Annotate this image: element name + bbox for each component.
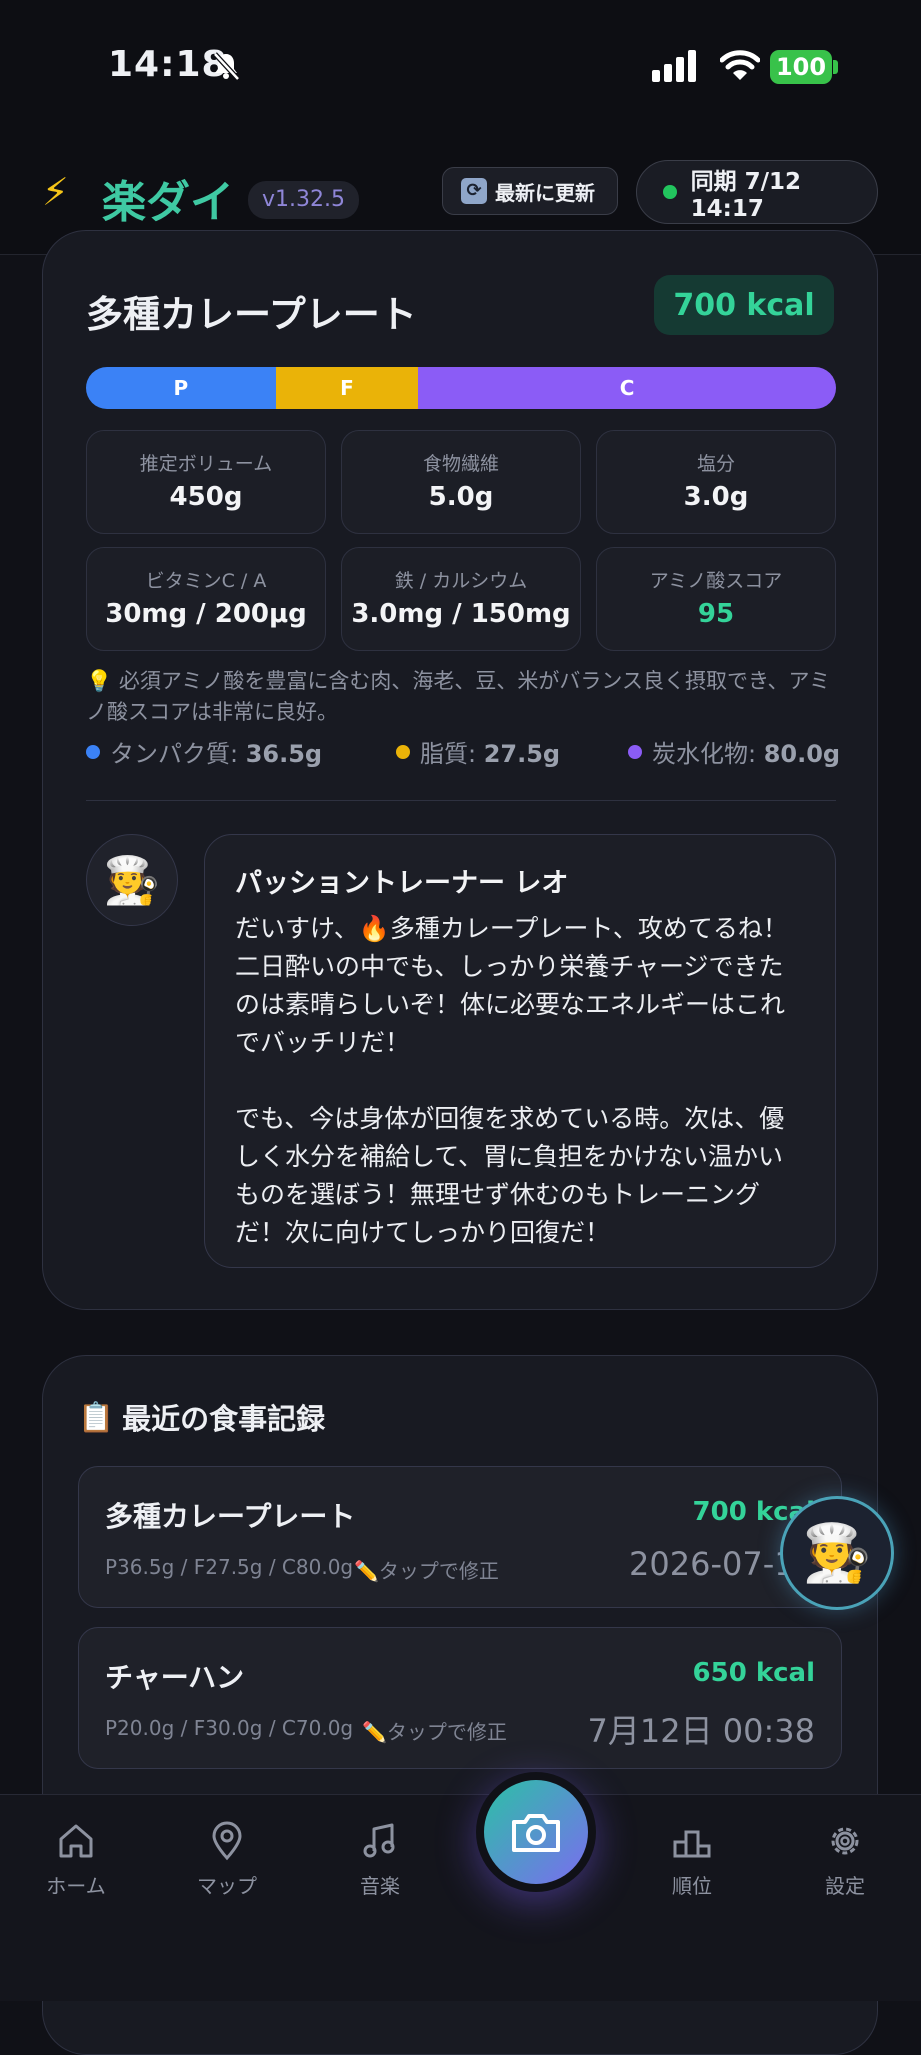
nav-settings[interactable]: 設定 <box>785 1820 905 1899</box>
sync-status-dot <box>663 185 677 199</box>
macro-carbs: 炭水化物: 80.0g <box>628 734 840 769</box>
stat-vitamins: ビタミンC / A 30mg / 200μg <box>86 547 326 651</box>
sync-label: 同期 7/12 14:17 <box>690 169 802 222</box>
coach-chat-button[interactable]: 🧑‍🍳 <box>780 1496 894 1610</box>
refresh-button[interactable]: ⟳ 最新に更新 <box>442 167 618 215</box>
refresh-label: 最新に更新 <box>495 180 595 205</box>
protein-dot <box>86 744 100 759</box>
pfc-segment-carbs: C <box>418 367 836 409</box>
app-title: 楽ダイ <box>102 177 234 228</box>
stat-fiber: 食物繊維 5.0g <box>341 430 581 534</box>
record-kcal: 650 kcal <box>692 1658 815 1688</box>
nav-music[interactable]: 音楽 <box>320 1820 440 1899</box>
recent-meals-title: 📋 最近の食事記録 <box>78 1399 326 1437</box>
nutrition-note: 💡 必須アミノ酸を豊富に含む肉、海老、豆、米がバランス良く摂取でき、アミノ酸スコ… <box>86 669 831 724</box>
meal-title: 多種カレープレート <box>86 293 417 336</box>
cellular-signal-icon <box>652 50 696 82</box>
clipboard-icon: 📋 <box>78 1399 115 1434</box>
nav-ranking[interactable]: 順位 <box>632 1820 752 1899</box>
nav-map[interactable]: マップ <box>167 1820 287 1899</box>
record-name: 多種カレープレート <box>105 1500 356 1533</box>
stat-volume: 推定ボリューム 450g <box>86 430 326 534</box>
stat-salt: 塩分 3.0g <box>596 430 836 534</box>
bottom-navigation <box>0 1794 921 2001</box>
divider <box>86 800 836 801</box>
bolt-icon: ⚡ <box>42 170 69 214</box>
record-edit-hint[interactable]: ✏️タップで修正 <box>362 1716 507 1745</box>
home-icon <box>59 1824 93 1858</box>
record-name: チャーハン <box>105 1661 245 1694</box>
battery-indicator: 100 <box>770 50 832 84</box>
sync-status[interactable]: 同期 7/12 14:17 <box>636 160 878 224</box>
carbs-dot <box>628 744 642 759</box>
gear-icon <box>831 1827 859 1855</box>
podium-icon <box>673 1830 711 1858</box>
music-note-icon <box>363 1823 395 1858</box>
record-pfc: P20.0g / F30.0g / C70.0g <box>105 1716 354 1740</box>
bell-muted-icon <box>213 52 240 81</box>
camera-button-inner <box>484 1780 588 1884</box>
pfc-segment-fat: F <box>275 367 419 409</box>
coach-name: パッショントレーナー レオ <box>235 868 569 899</box>
battery-tip <box>833 60 838 74</box>
kcal-badge: 700 kcal <box>654 275 834 335</box>
record-date: 7月12日 00:38 <box>587 1712 815 1750</box>
camera-icon <box>512 1814 560 1852</box>
meal-record-item[interactable]: 多種カレープレート 700 kcal P36.5g / F27.5g / C80… <box>78 1466 842 1608</box>
camera-button[interactable] <box>476 1772 596 1892</box>
stat-amino-score: アミノ酸スコア 95 <box>596 547 836 651</box>
coach-message-bubble: パッショントレーナー レオ だいすけ、🔥多種カレープレート、攻めてるね！二日酔い… <box>204 834 836 1268</box>
pfc-ratio-bar: P F C <box>86 367 836 409</box>
nav-home[interactable]: ホーム <box>16 1820 136 1899</box>
stat-minerals: 鉄 / カルシウム 3.0mg / 150mg <box>341 547 581 651</box>
version-badge: v1.32.5 <box>248 181 359 219</box>
macro-protein: タンパク質: 36.5g <box>86 734 322 769</box>
pfc-segment-protein: P <box>86 367 276 409</box>
meal-record-item[interactable]: チャーハン 650 kcal P20.0g / F30.0g / C70.0g … <box>78 1627 842 1769</box>
record-edit-hint[interactable]: ✏️タップで修正 <box>354 1555 499 1584</box>
coach-avatar: 🧑‍🍳 <box>86 834 178 926</box>
wifi-icon <box>720 50 760 80</box>
fat-dot <box>396 744 410 759</box>
refresh-icon: ⟳ <box>461 178 487 204</box>
coach-message: だいすけ、🔥多種カレープレート、攻めてるね！二日酔いの中でも、しっかり栄養チャー… <box>235 914 788 1247</box>
macro-fat: 脂質: 27.5g <box>396 734 560 769</box>
map-pin-icon <box>212 1821 242 1861</box>
record-pfc: P36.5g / F27.5g / C80.0g <box>105 1555 354 1579</box>
